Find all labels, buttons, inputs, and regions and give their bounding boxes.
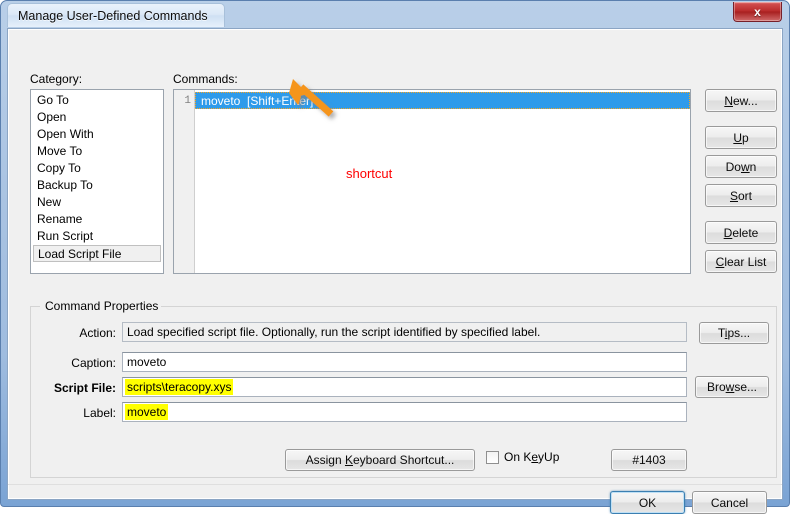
category-item-move-to[interactable]: Move To bbox=[33, 143, 161, 160]
sort-button[interactable]: Sort bbox=[705, 184, 777, 207]
caption-label: Caption: bbox=[71, 356, 116, 370]
commands-gutter bbox=[174, 90, 195, 273]
category-list[interactable]: Go To Open Open With Move To Copy To Bac… bbox=[30, 89, 164, 274]
label-input-value: moveto bbox=[125, 404, 169, 420]
label-input[interactable]: moveto bbox=[122, 402, 687, 422]
command-row-text[interactable]: moveto [Shift+Enter] bbox=[195, 92, 690, 109]
clear-list-button[interactable]: Clear List bbox=[705, 250, 777, 273]
caption-input-value: moveto bbox=[127, 355, 167, 369]
category-label: Category: bbox=[30, 72, 83, 86]
category-item-backup-to[interactable]: Backup To bbox=[33, 177, 161, 194]
shortcut-annotation-label: shortcut bbox=[346, 166, 393, 181]
label-label: Label: bbox=[83, 406, 116, 420]
category-item-copy-to[interactable]: Copy To bbox=[33, 160, 161, 177]
caption-input[interactable]: moveto bbox=[122, 352, 687, 372]
assign-keyboard-shortcut-label: Assign Keyboard Shortcut... bbox=[305, 453, 455, 467]
browse-button[interactable]: Browse... bbox=[695, 376, 769, 398]
delete-button-label: Delete bbox=[723, 225, 759, 240]
action-label: Action: bbox=[79, 326, 116, 340]
footer-separator bbox=[8, 484, 782, 485]
clear-list-button-label: Clear List bbox=[715, 254, 767, 269]
commands-toolbar: New... Up Down Sort Delete Clear List bbox=[705, 89, 777, 273]
new-button[interactable]: New... bbox=[705, 89, 777, 112]
down-button-label: Down bbox=[725, 159, 757, 174]
up-button[interactable]: Up bbox=[705, 126, 777, 149]
dialog-window: Manage User-Defined Commands x Category:… bbox=[0, 0, 790, 514]
category-item-open[interactable]: Open bbox=[33, 109, 161, 126]
down-button[interactable]: Down bbox=[705, 155, 777, 178]
command-id-button[interactable]: #1403 bbox=[611, 449, 687, 471]
tips-button[interactable]: Tips... bbox=[699, 322, 769, 344]
action-value: Load specified script file. Optionally, … bbox=[122, 322, 687, 342]
dialog-body: Category: Go To Open Open With Move To C… bbox=[7, 28, 783, 514]
commands-label: Commands: bbox=[173, 72, 238, 86]
command-row[interactable]: 1 moveto [Shift+Enter] bbox=[174, 92, 690, 109]
on-keyup-checkbox[interactable] bbox=[486, 450, 499, 464]
tips-button-label: Tips... bbox=[717, 326, 751, 340]
up-button-label: Up bbox=[733, 130, 749, 145]
category-item-go-to[interactable]: Go To bbox=[33, 92, 161, 109]
category-item-rename[interactable]: Rename bbox=[33, 211, 161, 228]
category-item-new[interactable]: New bbox=[33, 194, 161, 211]
close-icon[interactable]: x bbox=[733, 2, 782, 22]
group-border-right bbox=[136, 306, 777, 307]
window-title: Manage User-Defined Commands bbox=[18, 8, 208, 23]
script-file-input[interactable]: scripts\teracopy.xys bbox=[122, 377, 687, 397]
on-keyup-label: On KeyUp bbox=[504, 450, 560, 464]
title-tab: Manage User-Defined Commands bbox=[7, 3, 225, 27]
script-file-label: Script File: bbox=[53, 381, 116, 395]
category-item-run-script[interactable]: Run Script bbox=[33, 228, 161, 245]
category-item-open-with[interactable]: Open With bbox=[33, 126, 161, 143]
commands-list[interactable]: 1 moveto [Shift+Enter] bbox=[173, 89, 691, 274]
category-item-load-script-file[interactable]: Load Script File bbox=[33, 245, 161, 262]
group-border-left bbox=[30, 306, 40, 307]
assign-keyboard-shortcut-button[interactable]: Assign Keyboard Shortcut... bbox=[285, 449, 475, 471]
browse-button-label: Browse... bbox=[706, 380, 758, 394]
script-file-input-value: scripts\teracopy.xys bbox=[125, 379, 234, 395]
on-keyup-row[interactable]: On KeyUp bbox=[486, 450, 559, 464]
ok-button[interactable]: OK bbox=[610, 491, 685, 514]
sort-button-label: Sort bbox=[729, 188, 753, 203]
title-bar: Manage User-Defined Commands x bbox=[1, 1, 789, 28]
delete-button[interactable]: Delete bbox=[705, 221, 777, 244]
command-row-number: 1 bbox=[184, 94, 191, 107]
cancel-button[interactable]: Cancel bbox=[692, 491, 767, 514]
new-button-label: New... bbox=[724, 93, 758, 108]
command-properties-title: Command Properties bbox=[42, 299, 162, 313]
